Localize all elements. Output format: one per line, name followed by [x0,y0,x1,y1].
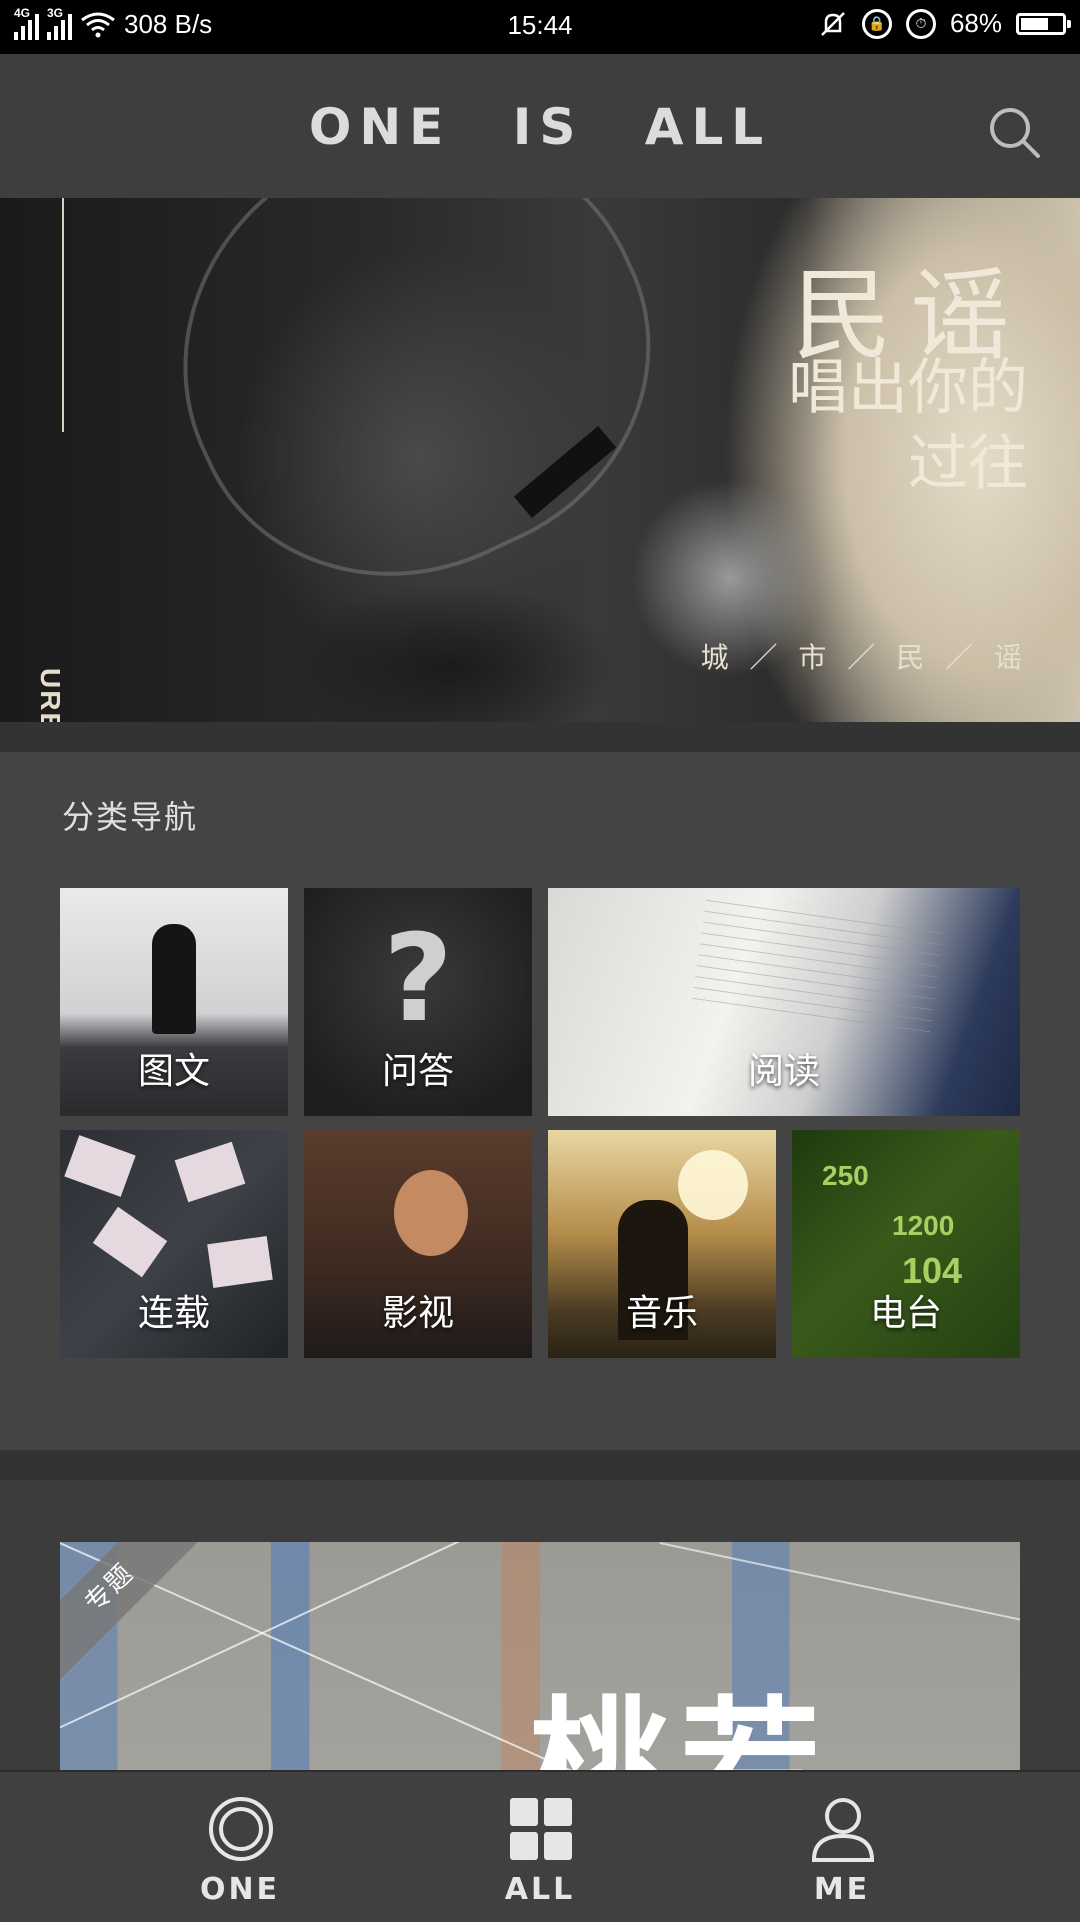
category-tile-serial[interactable]: 连载 [60,1130,288,1358]
mute-icon [821,11,845,36]
category-tile-graphic[interactable]: 图文 [60,888,288,1116]
category-nav-section: 分类导航 图文 ? 问答 阅读 连载 影视 音乐 250 1200 104 电台 [0,752,1080,1450]
category-label: 问答 [381,1051,454,1092]
featured-banner[interactable]: URBAN FOLK 民谣 唱出你的 过往 城 ／ 市 ／ 民 ／ 谣 [0,198,1080,722]
category-label: 电台 [869,1293,942,1334]
question-mark-image: ? [383,910,453,1049]
banner-side-text: URBAN FOLK [34,668,66,722]
status-right: 🔒 ⏱ 68% [818,8,1071,39]
nav-tab-me[interactable]: ME [742,1772,942,1922]
book-page-image [690,889,946,1043]
category-nav-title: 分类导航 [62,798,199,836]
paper-image [64,1135,136,1197]
battery-icon [1016,12,1071,35]
alarm-icon: ⏱ [905,8,936,39]
corner-ribbon [60,1542,208,1688]
category-label: 影视 [381,1293,454,1334]
banner-subheadline-line2: 过往 [908,429,1028,499]
category-label: 图文 [137,1051,210,1092]
category-label: 阅读 [747,1051,820,1092]
category-tile-reading[interactable]: 阅读 [548,888,1020,1116]
rotation-lock-icon: 🔒 [861,8,892,39]
app-title: ONE IS ALL [308,98,772,156]
radio-dial-image: 250 [822,1160,869,1191]
banner-subheadline: 唱出你的 过往 [788,350,1028,502]
category-label: 音乐 [625,1293,698,1334]
section-divider [0,722,1080,752]
boy-face-image [394,1170,468,1256]
banner-vertical-line [62,198,64,432]
one-icon [209,1797,273,1861]
user-icon [811,1798,875,1862]
nav-tab-one[interactable]: ONE [140,1772,340,1922]
category-tile-movie[interactable]: 影视 [304,1130,532,1358]
grid-icon [510,1798,572,1860]
section-divider [0,1450,1080,1480]
nav-tab-all[interactable]: ALL [440,1772,640,1922]
category-tile-qa[interactable]: ? 问答 [304,888,532,1116]
bottom-nav: ONE ALL ME [0,1770,1080,1922]
banner-subheadline-line1: 唱出你的 [788,353,1028,423]
paper-image [92,1206,168,1278]
decorative-line [659,1542,1020,1669]
status-bar: 4G 3G 308 B/s 15:44 🔒 ⏱ 68% [0,0,1080,54]
search-icon[interactable] [984,102,1044,162]
category-tile-music[interactable]: 音乐 [548,1130,776,1358]
paper-image [207,1236,273,1288]
hooded-figure-image [152,924,196,1034]
nav-label: ALL [504,1872,576,1907]
banner-tagline: 城 ／ 市 ／ 民 ／ 谣 [700,641,1028,674]
paper-image [174,1141,246,1203]
app-header: ONE IS ALL [0,54,1080,198]
category-tile-radio[interactable]: 250 1200 104 电台 [792,1130,1020,1358]
sun-image [678,1150,748,1220]
battery-percent: 68% [949,8,1002,38]
category-label: 连载 [137,1293,210,1334]
radio-dial-image: 1200 [892,1210,955,1241]
nav-label: ME [813,1872,871,1907]
battery-fill [1021,17,1048,30]
nav-label: ONE [199,1872,281,1907]
